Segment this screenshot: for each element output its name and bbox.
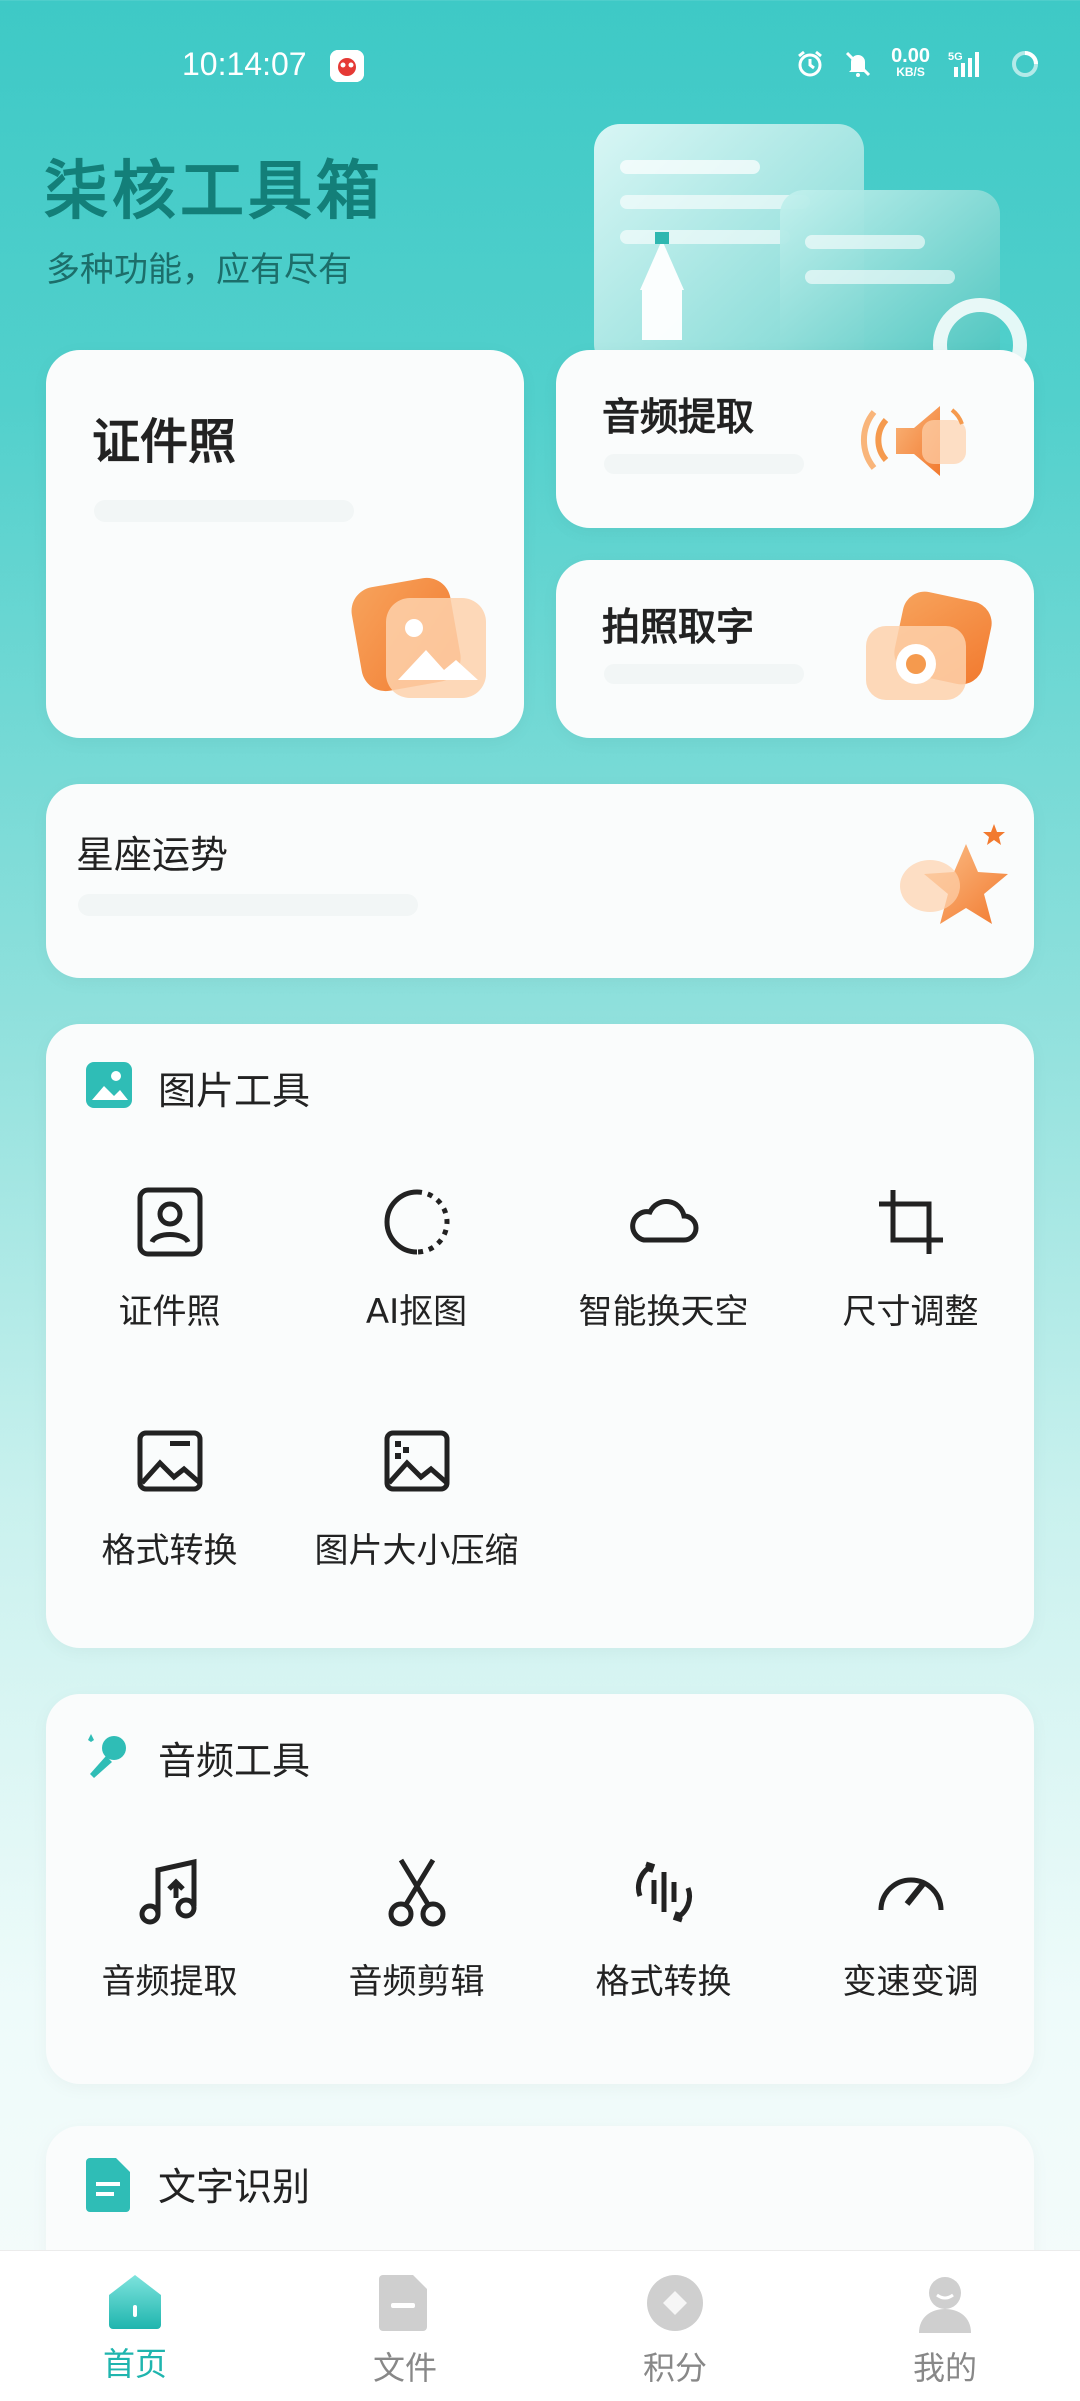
tab-points[interactable]: 积分 [540, 2251, 810, 2401]
home-icon [109, 2275, 161, 2329]
tab-label: 我的 [912, 2349, 977, 2387]
tool-image-compress[interactable]: 图片大小压缩 [293, 1421, 540, 1572]
tab-home[interactable]: 首页 [0, 2251, 270, 2401]
audio-extract-card-subtitle-placeholder [604, 454, 804, 474]
horoscope-card-title: 星座运势 [76, 833, 229, 877]
tool-label: 格式转换 [101, 1531, 238, 1571]
microphone-icon [88, 1734, 126, 1778]
battery-ring-icon [1010, 49, 1040, 79]
id-photo-card-title: 证件照 [92, 414, 237, 470]
tab-profile[interactable]: 我的 [810, 2251, 1080, 2401]
tool-image-format[interactable]: 格式转换 [46, 1421, 293, 1572]
tool-audio-convert[interactable]: 格式转换 [540, 1852, 787, 2003]
photo-text-card-title: 拍照取字 [602, 605, 755, 649]
camera-icon [866, 591, 992, 700]
audio-convert-icon [635, 1861, 692, 1923]
photo-text-card[interactable]: 拍照取字 [556, 560, 1034, 738]
status-time: 10:14:07 [182, 46, 307, 82]
image-icon [351, 577, 486, 698]
tool-label: 变速变调 [842, 1962, 979, 2002]
audio-extract-card[interactable]: 音频提取 [556, 350, 1034, 528]
app-subtitle: 多种功能，应有尽有 [46, 250, 352, 290]
tool-speed-pitch[interactable]: 变速变调 [787, 1852, 1034, 2003]
status-indicators: 0.00 KB/S 5G [795, 45, 1040, 80]
tab-label: 首页 [102, 2345, 167, 2383]
tool-label: 格式转换 [595, 1962, 732, 2002]
app-title: 柒核工具箱 [44, 155, 384, 229]
horoscope-card-subtitle-placeholder [78, 894, 418, 916]
image-compress-icon [384, 1430, 449, 1492]
photo-text-card-subtitle-placeholder [604, 664, 804, 684]
bottom-tab-bar: 首页 文件 积分 我的 [0, 2250, 1080, 2401]
id-photo-card[interactable]: 证件照 [46, 350, 524, 738]
audio-tools-grid: 音频提取 音频剪辑 格式转换 变速变调 [46, 1852, 1034, 2003]
net-speed: 0.00 KB/S [891, 45, 930, 79]
file-icon [379, 2275, 427, 2331]
document-icon [86, 2158, 130, 2212]
image-tools-title: 图片工具 [158, 1069, 311, 1113]
audio-extract-card-title: 音频提取 [602, 395, 755, 439]
tab-label: 积分 [642, 2349, 707, 2387]
image-tools-grid: 证件照 AI抠图 智能换天空 尺寸调整 格式转换 图片大小压缩 [46, 1182, 1034, 1572]
signal-icon: 5G [948, 49, 992, 79]
tool-label: AI抠图 [365, 1292, 468, 1332]
tool-label: 图片大小压缩 [314, 1531, 519, 1571]
image-section-icon [86, 1062, 132, 1108]
points-icon [647, 2275, 703, 2331]
horoscope-card[interactable]: 星座运势 [46, 784, 1034, 978]
alarm-icon [795, 49, 825, 79]
speaker-icon [861, 406, 966, 476]
speedometer-icon [878, 1877, 943, 1911]
tool-sky-replace[interactable]: 智能换天空 [540, 1182, 787, 1333]
image-tools-section: 图片工具 证件照 AI抠图 智能换天空 尺寸调整 格式转换 图片大小压缩 [46, 1024, 1034, 1648]
svg-text:5G: 5G [948, 51, 963, 63]
tool-audio-extract[interactable]: 音频提取 [46, 1852, 293, 2003]
tool-resize[interactable]: 尺寸调整 [787, 1182, 1034, 1333]
star-icon [900, 824, 1008, 924]
tool-label: 音频提取 [101, 1962, 238, 2002]
ai-cutout-icon [384, 1189, 449, 1255]
hero-documents-illustration [594, 124, 1027, 370]
scissors-icon [388, 1858, 445, 1927]
mute-icon [843, 49, 873, 79]
id-photo-icon [137, 1187, 202, 1257]
tool-label: 尺寸调整 [842, 1292, 979, 1332]
notification-app-icon [330, 50, 364, 82]
audio-tools-section: 音频工具 音频提取 音频剪辑 格式转换 变速变调 [46, 1694, 1034, 2084]
tool-label: 音频剪辑 [348, 1962, 485, 2002]
tool-label: 智能换天空 [578, 1292, 749, 1332]
id-photo-card-subtitle-placeholder [94, 500, 354, 522]
audio-tools-title: 音频工具 [158, 1739, 311, 1783]
tab-files[interactable]: 文件 [270, 2251, 540, 2401]
cloud-icon [629, 1199, 698, 1243]
image-format-icon [137, 1430, 202, 1492]
text-recognition-title: 文字识别 [158, 2165, 311, 2209]
tool-id-photo[interactable]: 证件照 [46, 1182, 293, 1333]
tool-audio-cut[interactable]: 音频剪辑 [293, 1852, 540, 2003]
music-extract-icon [139, 1858, 196, 1925]
tool-ai-cutout[interactable]: AI抠图 [293, 1182, 540, 1333]
tab-label: 文件 [372, 2349, 437, 2387]
crop-icon [878, 1190, 943, 1254]
profile-icon [919, 2277, 971, 2333]
tool-label: 证件照 [118, 1292, 221, 1332]
